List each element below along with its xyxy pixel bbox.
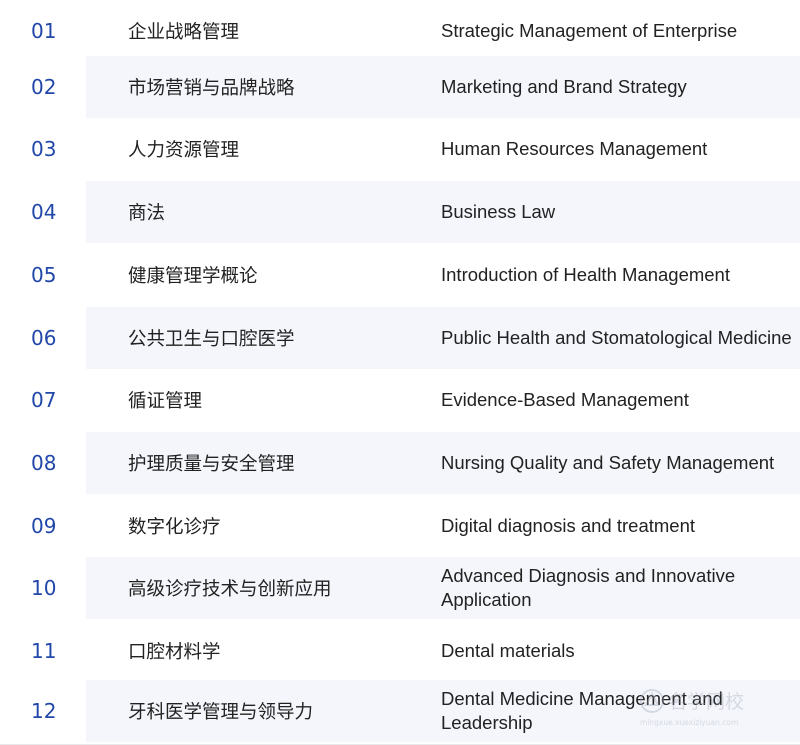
table-row: 12 牙科医学管理与领导力 Dental Medicine Management… [0,680,800,742]
table-row: 07 循证管理 Evidence-Based Management [0,369,800,431]
table-row: 09 数字化诊疗 Digital diagnosis and treatment [0,495,800,557]
table-row: 05 健康管理学概论 Introduction of Health Manage… [0,244,800,306]
course-name-english: Public Health and Stomatological Medicin… [441,327,792,348]
table-row: 06 公共卫生与口腔医学 Public Health and Stomatolo… [0,307,800,369]
course-name-chinese: 数字化诊疗 [128,517,221,538]
course-number: 09 [31,514,57,538]
course-number: 07 [31,388,57,412]
course-name-english: Nursing Quality and Safety Management [441,452,775,473]
course-number: 02 [31,75,57,99]
course-name-chinese: 循证管理 [128,391,203,412]
course-name-chinese: 市场营销与品牌战略 [128,78,295,99]
course-name-english: Advanced Diagnosis and Innovative Applic… [441,565,736,610]
table-row: 10 高级诊疗技术与创新应用 Advanced Diagnosis and In… [0,557,800,619]
table-row: 08 护理质量与安全管理 Nursing Quality and Safety … [0,432,800,494]
course-name-english: Strategic Management of Enterprise [441,20,738,41]
course-number: 05 [31,263,57,287]
course-number: 01 [31,19,57,43]
course-number: 06 [31,326,57,350]
course-table: 01 企业战略管理 Strategic Management of Enterp… [0,0,800,745]
table-row: 02 市场营销与品牌战略 Marketing and Brand Strateg… [0,56,800,118]
course-name-english: Dental Medicine Management and Leadershi… [441,688,723,733]
table-row: 11 口腔材料学 Dental materials [0,620,800,682]
course-number: 12 [31,699,57,723]
course-name-chinese: 牙科医学管理与领导力 [128,702,314,723]
table-row: 01 企业战略管理 Strategic Management of Enterp… [0,0,800,62]
course-name-chinese: 商法 [128,203,166,224]
course-number: 11 [31,639,57,663]
course-name-english: Evidence-Based Management [441,389,689,410]
course-name-english: Human Resources Management [441,138,708,159]
course-name-chinese: 护理质量与安全管理 [128,454,295,475]
course-number: 04 [31,200,57,224]
course-number: 10 [31,576,57,600]
course-name-chinese: 口腔材料学 [128,642,221,663]
course-name-english: Business Law [441,201,556,222]
course-name-chinese: 企业战略管理 [128,22,240,43]
course-name-english: Digital diagnosis and treatment [441,515,696,536]
course-name-english: Marketing and Brand Strategy [441,76,687,97]
course-number: 08 [31,451,57,475]
table-row: 03 人力资源管理 Human Resources Management [0,118,800,180]
course-name-chinese: 健康管理学概论 [128,266,258,287]
table-row: 04 商法 Business Law [0,181,800,243]
course-name-english: Dental materials [441,640,575,661]
course-name-chinese: 公共卫生与口腔医学 [128,329,295,350]
course-name-chinese: 人力资源管理 [128,140,240,161]
course-name-english: Introduction of Health Management [441,264,730,285]
course-name-chinese: 高级诊疗技术与创新应用 [128,579,332,600]
course-number: 03 [31,137,57,161]
